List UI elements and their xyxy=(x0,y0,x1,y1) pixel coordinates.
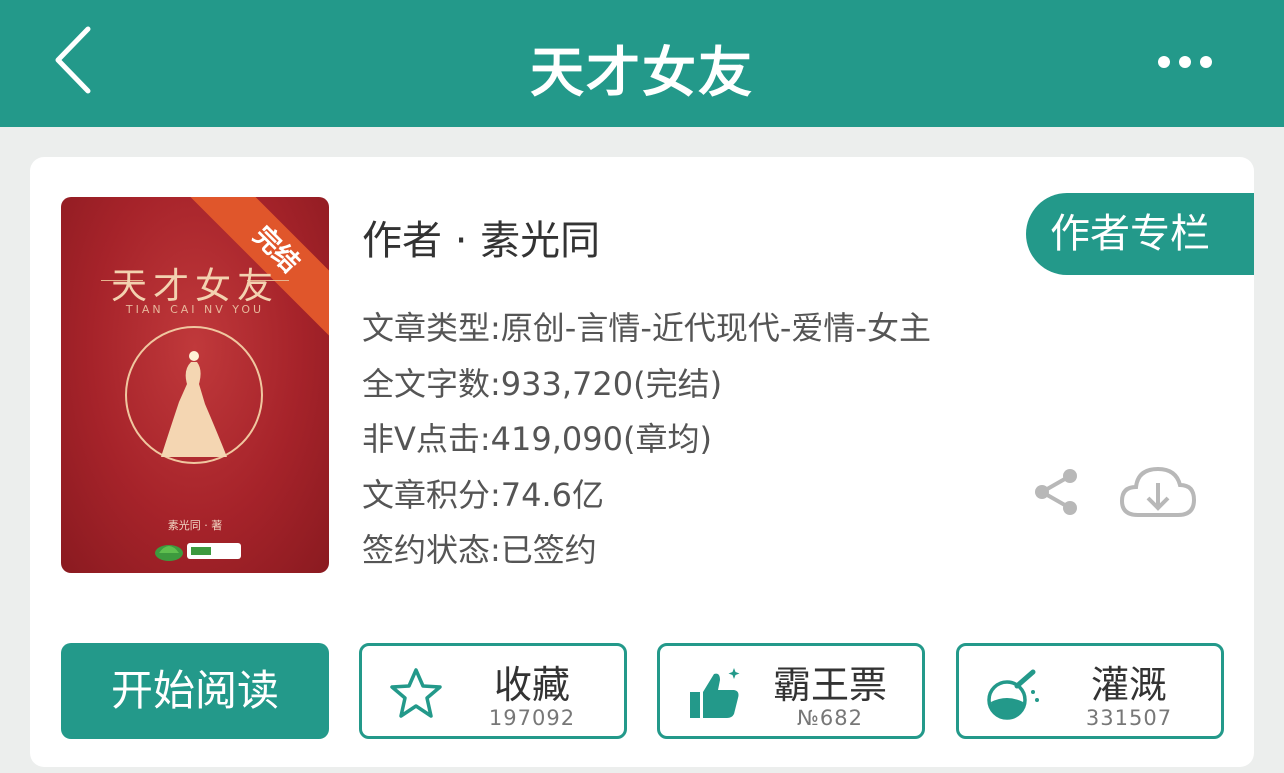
share-button[interactable] xyxy=(1030,466,1082,518)
score-text: 文章积分:74.6亿 xyxy=(362,475,605,514)
cover-author: 素光同 · 著 xyxy=(167,519,223,532)
star-outline-icon xyxy=(390,668,442,718)
favorite-label: 收藏 xyxy=(493,663,570,707)
cover-pinyin: TIAN CAI NV YOU xyxy=(125,303,265,316)
thumbs-up-icon xyxy=(690,668,740,718)
book-info: 文章类型:原创-言情-近代现代-爱情-女主 全文字数:933,720(完结) 非… xyxy=(362,305,931,583)
more-button[interactable] xyxy=(1154,48,1216,76)
top-bar: 天才女友 xyxy=(0,0,1284,127)
ticket-count: №682 xyxy=(797,706,863,730)
book-cover[interactable]: 完结 天才女友 TIAN CAI NV YOU 素光同 · 著 xyxy=(61,197,329,573)
word-count-text: 全文字数:933,720(完结) xyxy=(362,364,723,403)
favorite-count: 197092 xyxy=(488,706,576,730)
clicks-text: 非V点击:419,090(章均) xyxy=(362,420,712,458)
water-label: 灌溉 xyxy=(1090,663,1167,707)
ticket-button[interactable]: 霸王票 №682 xyxy=(657,643,925,739)
ticket-label: 霸王票 xyxy=(772,663,887,707)
sign-status-text: 签约状态:已签约 xyxy=(362,531,597,569)
water-button[interactable]: 灌溉 331507 xyxy=(956,643,1224,739)
flask-icon xyxy=(987,669,1039,720)
page-title: 天才女友 xyxy=(530,41,754,104)
publisher-logo xyxy=(155,543,241,561)
download-button[interactable] xyxy=(1118,463,1198,521)
favorite-button[interactable]: 收藏 197092 xyxy=(359,643,627,739)
cloud-download-icon xyxy=(1119,466,1197,517)
author-name[interactable]: 作者 · 素光同 xyxy=(362,208,600,266)
more-dots-icon xyxy=(1158,56,1212,68)
water-count: 331507 xyxy=(1085,706,1173,730)
cover-illustration xyxy=(125,326,263,464)
genre-text: 文章类型:原创-言情-近代现代-爱情-女主 xyxy=(362,309,931,347)
author-column-button[interactable]: 作者专栏 xyxy=(1026,193,1254,275)
cover-title: 天才女友 xyxy=(110,266,279,307)
start-reading-button[interactable]: 开始阅读 xyxy=(61,643,329,739)
share-icon xyxy=(1035,469,1077,515)
